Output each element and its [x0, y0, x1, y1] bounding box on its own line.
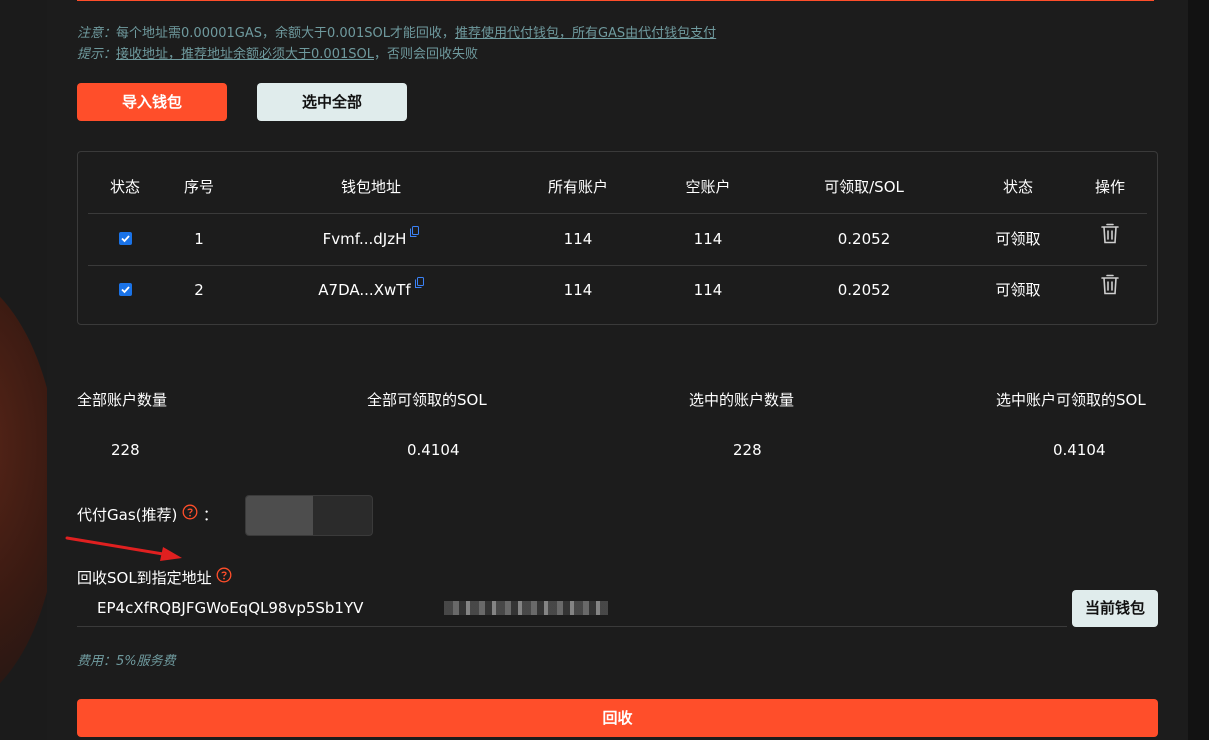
- row-checkbox[interactable]: [118, 232, 132, 245]
- selected-claimable-label: 选中账户可领取的SOL: [996, 391, 1146, 409]
- total-claimable-label: 全部可领取的SOL: [367, 391, 487, 409]
- trash-icon[interactable]: [1100, 274, 1120, 299]
- note-text: 每个地址需0.00001GAS，余额大于0.001SOL才能回收，: [116, 26, 455, 41]
- recipient-address-input[interactable]: EP4cXfRQBJFGWoEqQL98vp5Sb1YV: [77, 590, 1067, 627]
- row-empty-accounts: 114: [693, 230, 723, 248]
- recipient-label-row: 回收SOL到指定地址: [77, 567, 232, 589]
- row-index: 2: [194, 281, 204, 299]
- background-left: [0, 0, 47, 740]
- table-header: 状态 序号 钱包地址 所有账户 空账户 可领取/SOL 状态 操作: [88, 162, 1147, 214]
- row-address: A7DA...XwTf: [318, 281, 411, 299]
- header-state: 状态: [1002, 178, 1033, 196]
- help-icon[interactable]: [182, 504, 198, 525]
- select-all-button[interactable]: 选中全部: [257, 83, 407, 121]
- wallet-table: 状态 序号 钱包地址 所有账户 空账户 可领取/SOL 状态 操作 1 Fvmf…: [77, 151, 1158, 325]
- copy-icon[interactable]: [414, 274, 424, 292]
- total-accounts-value: 228: [111, 441, 140, 459]
- row-all-accounts: 114: [563, 230, 593, 248]
- row-address-cell: Fvmf...dJzH: [236, 214, 506, 265]
- red-arrow-annotation: [65, 536, 182, 561]
- row-all-accounts: 114: [563, 281, 593, 299]
- background-glow: [0, 270, 47, 710]
- header-claimable: 可领取/SOL: [824, 178, 904, 196]
- gas-toggle[interactable]: [245, 495, 373, 536]
- total-accounts-label: 全部账户数量: [77, 391, 168, 409]
- header-all-accounts: 所有账户: [547, 178, 608, 196]
- gas-label: 代付Gas(推荐): [77, 506, 178, 524]
- row-empty-accounts: 114: [693, 281, 723, 299]
- header-empty-accounts: 空账户: [685, 178, 731, 196]
- tip-prefix: 提示：: [77, 47, 117, 62]
- recover-button[interactable]: 回收: [77, 699, 1158, 737]
- header-index: 序号: [183, 178, 214, 196]
- header-actions: 操作: [1094, 178, 1125, 196]
- row-address-cell: A7DA...XwTf: [236, 265, 506, 316]
- selected-claimable-value: 0.4104: [1053, 441, 1106, 459]
- note-prefix: 注意：: [77, 26, 117, 41]
- total-claimable-value: 0.4104: [407, 441, 460, 459]
- import-wallet-button[interactable]: 导入钱包: [77, 83, 227, 121]
- selected-accounts-value: 228: [733, 441, 762, 459]
- row-status: 可领取: [995, 281, 1041, 299]
- row-status: 可领取: [995, 230, 1041, 248]
- background-right: [1188, 0, 1209, 740]
- help-icon[interactable]: [216, 567, 232, 588]
- gas-label-row: 代付Gas(推荐) ：: [77, 504, 218, 526]
- row-checkbox[interactable]: [118, 283, 132, 296]
- tip-suffix: ，否则会回收失败: [373, 47, 478, 62]
- fee-text: 费用：5%服务费: [77, 654, 176, 669]
- row-address: Fvmf...dJzH: [322, 230, 407, 248]
- row-claimable: 0.2052: [837, 281, 891, 299]
- top-accent-line: [77, 0, 1154, 1]
- recipient-label: 回收SOL到指定地址: [77, 569, 212, 587]
- gas-colon: ：: [202, 506, 218, 524]
- redacted-address-part: [444, 601, 608, 615]
- copy-icon[interactable]: [410, 223, 420, 241]
- row-claimable: 0.2052: [837, 230, 891, 248]
- header-status: 状态: [109, 178, 140, 196]
- recipient-address-value: EP4cXfRQBJFGWoEqQL98vp5Sb1YV: [97, 599, 364, 617]
- tip-line: 提示：接收地址，推荐地址余额必须大于0.001SOL，否则会回收失败: [77, 43, 478, 62]
- header-address: 钱包地址: [340, 178, 401, 196]
- note-link[interactable]: 推荐使用代付钱包，所有GAS由代付钱包支付: [455, 26, 716, 41]
- table-row: 2 A7DA...XwTf 114 114 0.2052 可领取: [88, 265, 1147, 316]
- row-index: 1: [194, 230, 204, 248]
- table-row: 1 Fvmf...dJzH 114 114 0.2052 可领取: [88, 214, 1147, 266]
- trash-icon[interactable]: [1100, 223, 1120, 248]
- current-wallet-button[interactable]: 当前钱包: [1072, 590, 1158, 627]
- tip-link[interactable]: 接收地址，推荐地址余额必须大于0.001SOL: [116, 47, 374, 62]
- note-line: 注意：每个地址需0.00001GAS，余额大于0.001SOL才能回收，推荐使用…: [77, 22, 716, 41]
- gas-toggle-knob: [246, 496, 313, 535]
- selected-accounts-label: 选中的账户数量: [689, 391, 795, 409]
